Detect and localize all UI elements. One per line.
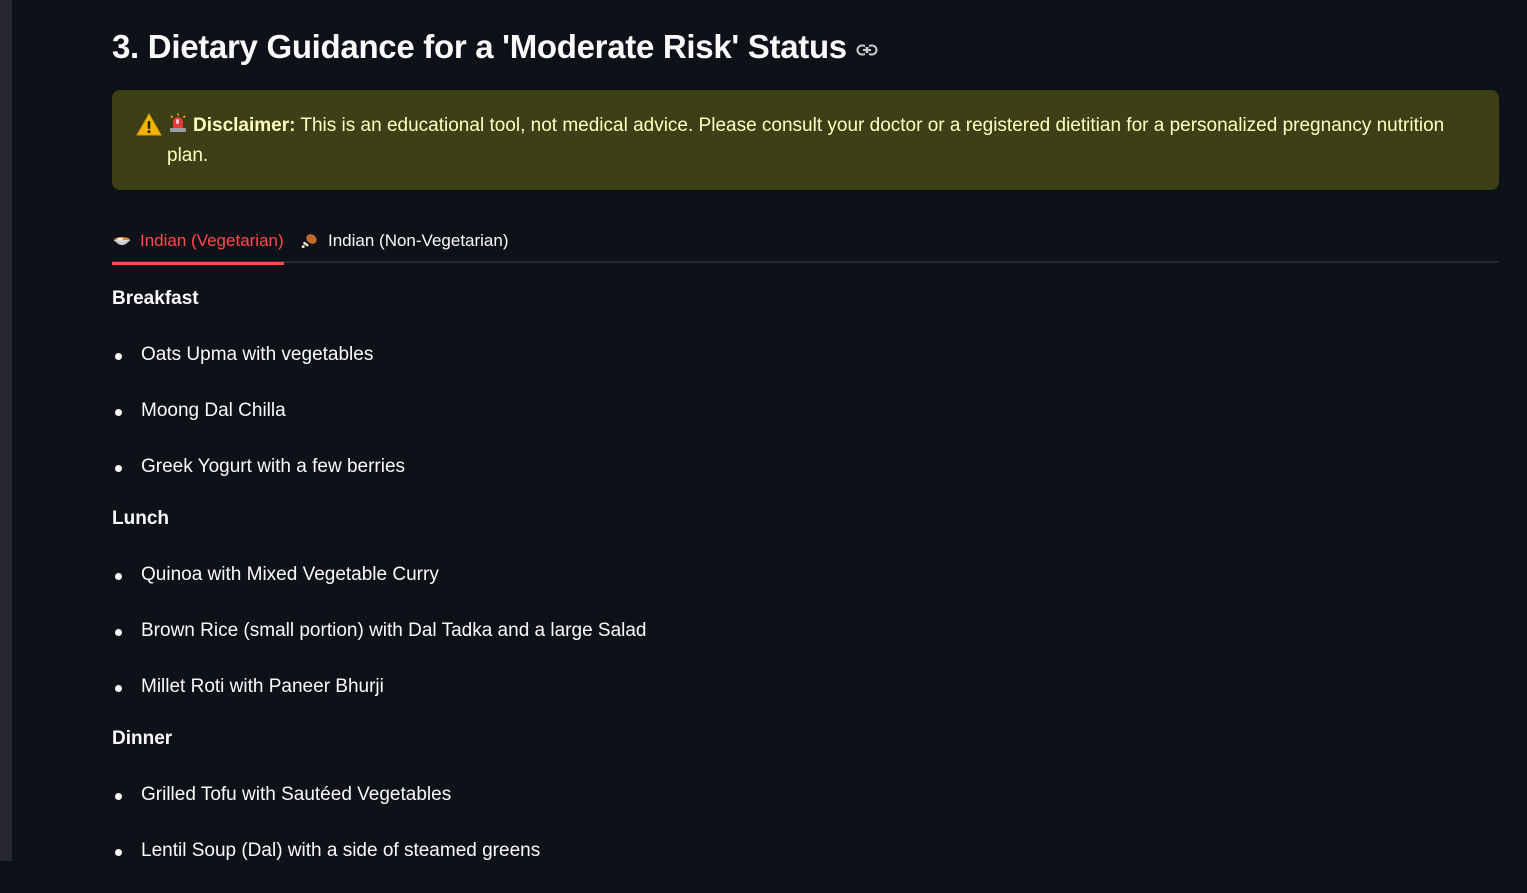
list-item: Lentil Soup (Dal) with a side of steamed… bbox=[112, 837, 1499, 893]
section-heading-lunch: Lunch bbox=[112, 508, 169, 529]
link-icon[interactable] bbox=[856, 43, 878, 57]
disclaimer-text-block: Disclaimer: This is an educational tool,… bbox=[167, 111, 1475, 171]
list-item: Oats Upma with vegetables bbox=[112, 341, 1499, 397]
warning-icon bbox=[136, 112, 162, 137]
tab-label: Indian (Vegetarian) bbox=[140, 230, 284, 250]
list-item: Moong Dal Chilla bbox=[112, 397, 1499, 453]
list-item: Millet Roti with Paneer Bhurji bbox=[112, 673, 1499, 725]
tab-indian-non-vegetarian[interactable]: Indian (Non-Vegetarian) bbox=[300, 218, 509, 263]
curry-bowl-icon bbox=[112, 233, 132, 249]
list-item: Quinoa with Mixed Vegetable Curry bbox=[112, 561, 1499, 617]
tab-label: Indian (Non-Vegetarian) bbox=[328, 230, 509, 250]
disclaimer-label: Disclaimer: bbox=[193, 115, 296, 136]
disclaimer-alert: Disclaimer: This is an educational tool,… bbox=[112, 90, 1499, 190]
tab-indian-vegetarian[interactable]: Indian (Vegetarian) bbox=[112, 218, 284, 265]
page-title: 3. Dietary Guidance for a 'Moderate Risk… bbox=[112, 28, 847, 65]
list-item: Grilled Tofu with Sautéed Vegetables bbox=[112, 781, 1499, 837]
section-heading-dinner: Dinner bbox=[112, 728, 173, 749]
sidebar-edge bbox=[0, 0, 12, 861]
lunch-list: Quinoa with Mixed Vegetable Curry Brown … bbox=[112, 561, 1499, 725]
section-heading-breakfast: Breakfast bbox=[112, 288, 199, 309]
tab-panel-vegetarian: Breakfast Oats Upma with vegetables Moon… bbox=[112, 285, 1499, 893]
breakfast-list: Oats Upma with vegetables Moong Dal Chil… bbox=[112, 341, 1499, 505]
dinner-list: Grilled Tofu with Sautéed Vegetables Len… bbox=[112, 781, 1499, 893]
poultry-leg-icon bbox=[300, 233, 320, 249]
page-title-row: 3. Dietary Guidance for a 'Moderate Risk… bbox=[112, 28, 878, 66]
tab-bar: Indian (Vegetarian) Indian (Non-Vegetari… bbox=[112, 218, 1499, 265]
list-item: Brown Rice (small portion) with Dal Tadk… bbox=[112, 617, 1499, 673]
disclaimer-text: This is an educational tool, not medical… bbox=[167, 115, 1445, 166]
siren-icon bbox=[167, 113, 189, 133]
list-item: Greek Yogurt with a few berries bbox=[112, 453, 1499, 505]
